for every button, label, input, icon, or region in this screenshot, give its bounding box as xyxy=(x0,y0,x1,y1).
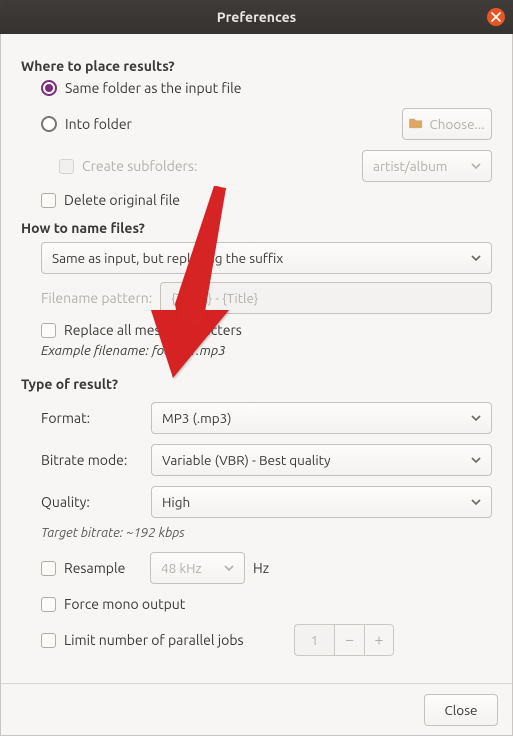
label-quality: Quality: xyxy=(41,494,151,510)
close-window-button[interactable] xyxy=(487,8,505,26)
resample-value: 48 kHz xyxy=(161,560,202,576)
radio-same-folder[interactable] xyxy=(41,80,57,96)
select-resample-rate[interactable]: 48 kHz xyxy=(150,552,245,584)
select-bitrate-mode[interactable]: Variable (VBR) - Best quality xyxy=(151,444,492,476)
label-resample-unit: Hz xyxy=(253,560,269,576)
chevron-down-icon xyxy=(224,560,234,576)
checkbox-create-subfolders xyxy=(59,159,74,174)
quality-value: High xyxy=(162,494,190,510)
dialog-footer: Close xyxy=(1,683,512,735)
choose-folder-button[interactable]: Choose... xyxy=(402,108,492,140)
heading-type-result: Type of result? xyxy=(21,376,492,392)
radio-same-folder-label: Same folder as the input file xyxy=(65,80,242,96)
chevron-down-icon xyxy=(471,410,481,426)
label-format: Format: xyxy=(41,410,151,426)
label-bitrate-mode: Bitrate mode: xyxy=(41,452,151,468)
checkbox-limit-jobs[interactable] xyxy=(41,633,56,648)
close-button-label: Close xyxy=(444,702,477,718)
checkbox-delete-original[interactable] xyxy=(41,193,56,208)
format-value: MP3 (.mp3) xyxy=(162,410,232,426)
label-resample: Resample xyxy=(64,560,150,576)
heading-name-files: How to name files? xyxy=(21,220,492,236)
spinner-minus-button[interactable]: − xyxy=(334,624,364,656)
label-delete-original: Delete original file xyxy=(64,192,180,208)
choose-button-label: Choose... xyxy=(429,116,484,132)
select-quality[interactable]: High xyxy=(151,486,492,518)
spinner-parallel-jobs: 1 − + xyxy=(294,624,394,656)
dialog-body: Where to place results? Same folder as t… xyxy=(0,34,513,736)
bitrate-mode-value: Variable (VBR) - Best quality xyxy=(162,452,330,468)
spinner-plus-button[interactable]: + xyxy=(364,624,394,656)
checkbox-resample[interactable] xyxy=(41,561,56,576)
folder-icon xyxy=(409,116,429,132)
spinner-value: 1 xyxy=(294,624,334,656)
label-create-subfolders: Create subfolders: xyxy=(82,158,197,174)
close-button[interactable]: Close xyxy=(424,694,498,726)
subfolder-pattern-value: artist/album xyxy=(373,158,447,174)
window-title: Preferences xyxy=(217,9,297,25)
label-limit-jobs: Limit number of parallel jobs xyxy=(64,632,294,648)
radio-into-folder-label: Into folder xyxy=(65,116,132,132)
label-target-bitrate: Target bitrate: ~192 kbps xyxy=(41,526,185,540)
select-format[interactable]: MP3 (.mp3) xyxy=(151,402,492,434)
chevron-down-icon xyxy=(471,158,481,174)
title-bar: Preferences xyxy=(0,0,513,34)
chevron-down-icon xyxy=(471,452,481,468)
chevron-down-icon xyxy=(471,250,481,266)
label-example-filename: Example filename: foo/bar.mp3 xyxy=(41,342,226,358)
checkbox-replace-messy[interactable] xyxy=(41,323,56,338)
naming-mode-value: Same as input, but replacing the suffix xyxy=(52,250,283,266)
close-icon xyxy=(491,8,501,26)
input-filename-pattern xyxy=(160,282,492,314)
select-subfolder-pattern[interactable]: artist/album xyxy=(362,150,492,182)
heading-place-results: Where to place results? xyxy=(21,58,492,74)
label-filename-pattern: Filename pattern: xyxy=(41,290,152,306)
checkbox-force-mono[interactable] xyxy=(41,597,56,612)
select-naming-mode[interactable]: Same as input, but replacing the suffix xyxy=(41,242,492,274)
chevron-down-icon xyxy=(471,494,481,510)
radio-into-folder[interactable] xyxy=(41,116,57,132)
label-replace-messy: Replace all messy characters xyxy=(64,322,242,338)
label-force-mono: Force mono output xyxy=(64,596,185,612)
